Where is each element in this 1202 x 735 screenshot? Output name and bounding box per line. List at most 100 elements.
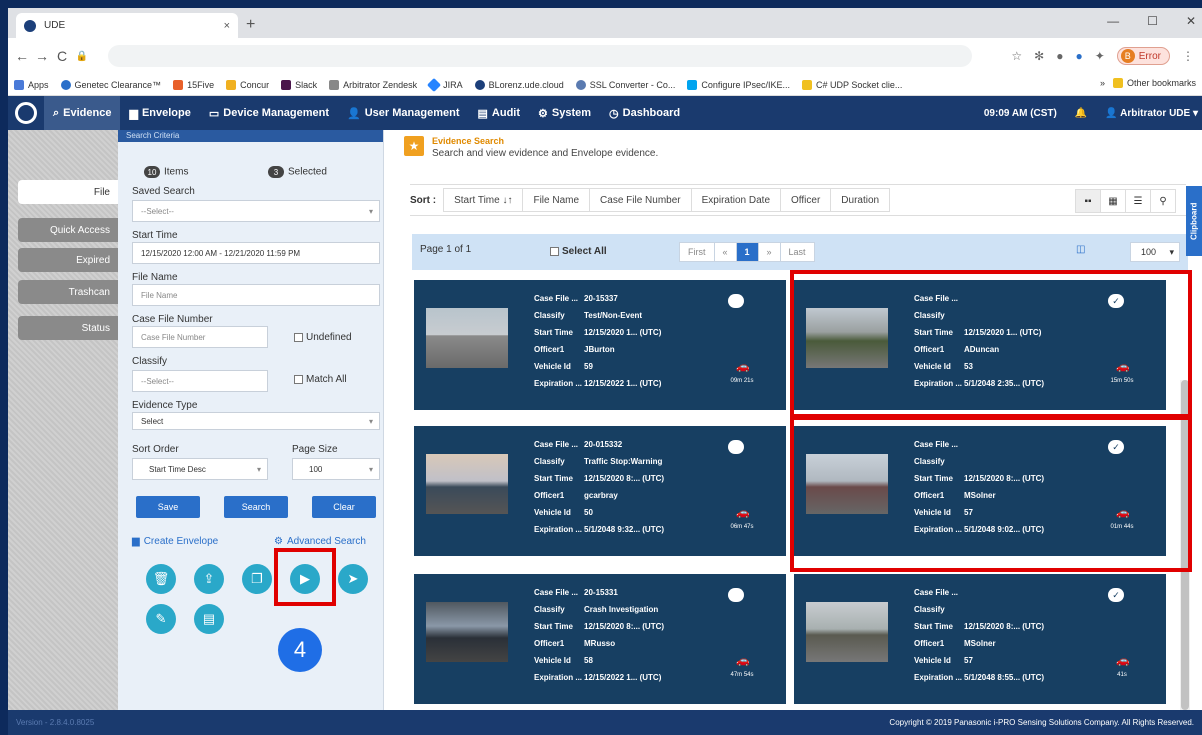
pager-last[interactable]: Last bbox=[779, 242, 815, 262]
error-button[interactable]: B Error bbox=[1116, 47, 1170, 65]
back-icon[interactable]: ← bbox=[12, 48, 32, 64]
browser-tab[interactable]: UDE × bbox=[16, 13, 238, 38]
select-toggle[interactable] bbox=[728, 294, 744, 308]
delete-button[interactable]: 🗑 bbox=[146, 564, 176, 594]
column-toggle-icon[interactable]: ◫ bbox=[1076, 244, 1085, 255]
undefined-checkbox[interactable]: Undefined bbox=[294, 332, 352, 343]
share-button[interactable]: ➤ bbox=[338, 564, 368, 594]
sort-officer[interactable]: Officer bbox=[780, 188, 832, 212]
nav-system[interactable]: ⚙ System bbox=[529, 96, 600, 130]
selected-check-icon[interactable]: ✓ bbox=[1108, 588, 1124, 602]
search-button[interactable]: Search bbox=[224, 496, 288, 518]
nav-user-management[interactable]: 👤 User Management bbox=[338, 96, 468, 130]
map-pin-icon[interactable]: ⚲ bbox=[1150, 189, 1176, 213]
maximize-icon[interactable]: ☐ bbox=[1147, 14, 1158, 28]
forward-icon[interactable]: → bbox=[32, 48, 52, 64]
extension-shield-icon[interactable]: ● bbox=[1075, 49, 1082, 63]
monitor-icon: ▭ bbox=[208, 107, 220, 120]
menu-icon[interactable]: ⋮ bbox=[1182, 49, 1194, 63]
file-name-input[interactable]: File Name bbox=[132, 284, 380, 306]
video-thumbnail[interactable] bbox=[426, 454, 508, 514]
bookmark-15five[interactable]: 15Five bbox=[173, 79, 214, 90]
grid-small-view-icon[interactable]: ▦ bbox=[1100, 189, 1126, 213]
minimize-icon[interactable]: — bbox=[1107, 14, 1119, 28]
video-thumbnail[interactable] bbox=[806, 602, 888, 662]
tab-file[interactable]: File bbox=[18, 180, 118, 204]
close-tab-icon[interactable]: × bbox=[224, 20, 230, 32]
bookmark-concur[interactable]: Concur bbox=[226, 79, 269, 90]
bookmark-blorenz[interactable]: BLorenz.ude.cloud bbox=[474, 79, 564, 90]
select-toggle[interactable] bbox=[728, 440, 744, 454]
bell-icon[interactable]: 🔔 bbox=[1075, 108, 1087, 119]
tab-quick-access[interactable]: Quick Access bbox=[18, 218, 118, 242]
match-all-checkbox[interactable]: Match All bbox=[294, 374, 347, 385]
clipboard-tab[interactable]: Clipboard bbox=[1186, 186, 1202, 256]
card-highlight-bottom bbox=[790, 416, 1192, 572]
bookmark-slack[interactable]: Slack bbox=[281, 79, 317, 90]
card-field-classify: Classify Test/Non-Event bbox=[534, 307, 661, 324]
bookmark-genetec[interactable]: Genetec Clearance™ bbox=[60, 79, 161, 90]
pager-next[interactable]: » bbox=[757, 242, 781, 262]
clear-button[interactable]: Clear bbox=[312, 496, 376, 518]
list-view-icon[interactable]: ☰ bbox=[1125, 189, 1151, 213]
extension-icon[interactable]: ✻ bbox=[1034, 49, 1044, 63]
evidence-card[interactable]: Case File ... 20-15337 Classify Test/Non-Ev… bbox=[414, 280, 786, 410]
evidence-card[interactable]: Case File ... Classify Start Time 12/15/202… bbox=[794, 574, 1166, 704]
create-envelope-link[interactable]: ▆ Create Envelope bbox=[132, 536, 218, 547]
evidence-card[interactable]: Case File ... 20-15331 Classify Crash Inves… bbox=[414, 574, 786, 704]
new-tab-button[interactable]: + bbox=[246, 16, 255, 34]
url-input[interactable] bbox=[108, 45, 972, 67]
tab-status[interactable]: Status bbox=[18, 316, 118, 340]
bookmark-ssl[interactable]: SSL Converter - Co... bbox=[575, 79, 675, 90]
classify-select[interactable]: --Select-- bbox=[132, 370, 268, 392]
bookmark-udp[interactable]: C# UDP Socket clie... bbox=[801, 79, 902, 90]
nav-audit[interactable]: ▤ Audit bbox=[469, 96, 530, 130]
tab-expired[interactable]: Expired bbox=[18, 248, 118, 272]
advanced-search-link[interactable]: ⚙ Advanced Search bbox=[274, 536, 366, 547]
nav-evidence[interactable]: ⌕ Evidence bbox=[44, 96, 121, 130]
close-window-icon[interactable]: ✕ bbox=[1186, 14, 1196, 28]
reload-icon[interactable]: C bbox=[52, 48, 72, 64]
video-thumbnail[interactable] bbox=[426, 602, 508, 662]
bookmark-apps[interactable]: Apps bbox=[14, 79, 49, 90]
sort-file-name[interactable]: File Name bbox=[522, 188, 591, 212]
other-bookmarks[interactable]: Other bookmarks bbox=[1112, 78, 1196, 88]
sort-order-select[interactable]: Start Time Desc bbox=[132, 458, 268, 480]
pager-page-1[interactable]: 1 bbox=[735, 242, 759, 262]
start-time-input[interactable]: 12/15/2020 12:00 AM - 12/21/2020 11:59 P… bbox=[132, 242, 380, 264]
grid-large-view-icon[interactable]: ▪▪ bbox=[1075, 189, 1101, 213]
edit-button[interactable]: ✎ bbox=[146, 604, 176, 634]
tab-trashcan[interactable]: Trashcan bbox=[18, 280, 118, 304]
copy-button[interactable]: ❐ bbox=[242, 564, 272, 594]
select-toggle[interactable] bbox=[728, 588, 744, 602]
bookmark-zendesk[interactable]: Arbitrator Zendesk bbox=[329, 79, 417, 90]
nav-envelope[interactable]: ▆ Envelope bbox=[120, 96, 199, 130]
app-logo[interactable] bbox=[8, 96, 44, 130]
sort-duration[interactable]: Duration bbox=[830, 188, 891, 212]
bookmark-ipsec[interactable]: Configure IPsec/IKE... bbox=[687, 79, 790, 90]
pager-prev[interactable]: « bbox=[713, 242, 737, 262]
bookmark-star-icon[interactable]: ☆ bbox=[1011, 49, 1022, 63]
select-all-checkbox[interactable]: Select All bbox=[550, 246, 607, 257]
nav-dashboard[interactable]: ◷ Dashboard bbox=[600, 96, 689, 130]
export-button[interactable]: ⇪ bbox=[194, 564, 224, 594]
sort-expiration-date[interactable]: Expiration Date bbox=[690, 188, 782, 212]
saved-search-select[interactable]: --Select-- bbox=[132, 200, 380, 222]
case-file-input[interactable]: Case File Number bbox=[132, 326, 268, 348]
page-size-select[interactable]: 100 bbox=[292, 458, 380, 480]
page-size-dropdown[interactable]: 100 ▾ bbox=[1130, 242, 1180, 262]
save-button[interactable]: Save bbox=[136, 496, 200, 518]
report-button[interactable]: ▤ bbox=[194, 604, 224, 634]
extension-circle-icon[interactable]: ● bbox=[1056, 49, 1063, 63]
sort-case-file-number[interactable]: Case File Number bbox=[589, 188, 692, 212]
video-thumbnail[interactable] bbox=[426, 308, 508, 368]
sort-start-time[interactable]: Start Time ↓↑ bbox=[443, 188, 524, 212]
bookmark-jira[interactable]: JIRA bbox=[427, 77, 463, 92]
pager-first[interactable]: First bbox=[679, 242, 715, 262]
evidence-type-select[interactable]: Select bbox=[132, 412, 380, 430]
user-menu[interactable]: 👤 Arbitrator UDE ▾ bbox=[1105, 108, 1198, 119]
bookmarks-more-icon[interactable]: » bbox=[1100, 78, 1105, 88]
nav-device-management[interactable]: ▭ Device Management bbox=[200, 96, 338, 130]
evidence-card[interactable]: Case File ... 20-015332 Classify Traffic St… bbox=[414, 426, 786, 556]
puzzle-icon[interactable]: ✦ bbox=[1095, 49, 1105, 63]
